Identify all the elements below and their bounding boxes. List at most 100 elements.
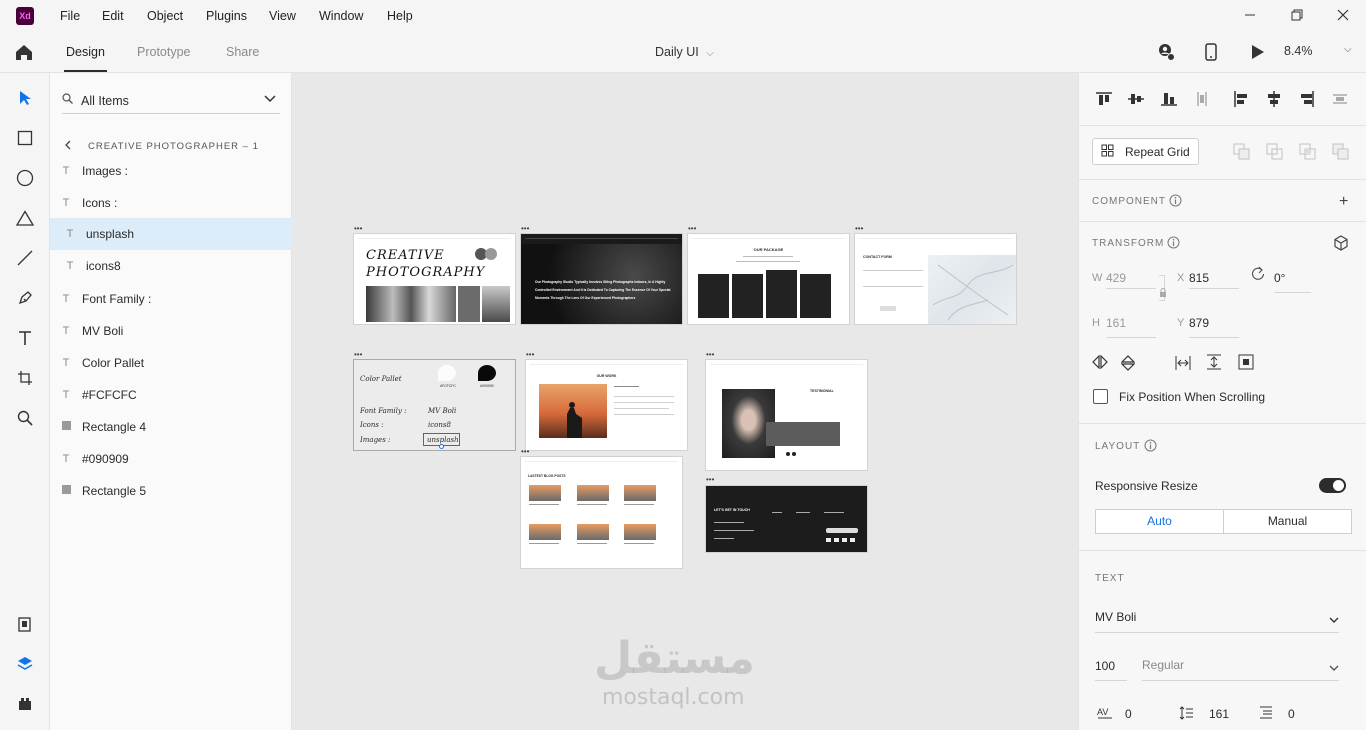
assets-panel-icon[interactable]: [14, 613, 36, 635]
artboard-handle[interactable]: •••: [354, 225, 362, 233]
distribute-spacing-v-icon[interactable]: [1207, 354, 1221, 373]
carousel-dot[interactable]: [786, 452, 790, 456]
play-icon[interactable]: [1251, 44, 1265, 63]
document-title[interactable]: Daily UI ⌵: [655, 45, 714, 59]
artboard-dark-hero[interactable]: Our Photography Studio Typically Involve…: [521, 234, 682, 324]
rotate-icon[interactable]: [1251, 266, 1265, 283]
fix-position-checkbox[interactable]: [1093, 389, 1108, 404]
align-right-icon[interactable]: [1298, 90, 1316, 108]
height-field[interactable]: 161: [1106, 310, 1156, 338]
minimize-icon[interactable]: [1239, 6, 1261, 26]
add-component-icon[interactable]: +: [1339, 193, 1348, 211]
align-center-icon[interactable]: [1265, 90, 1283, 108]
info-icon[interactable]: [1167, 236, 1180, 252]
artboard-testimonial[interactable]: TESTIMONIAL: [706, 360, 867, 470]
paragraph-spacing-value[interactable]: 0: [1288, 707, 1295, 721]
boolean-exclude-icon[interactable]: [1332, 143, 1349, 163]
artboard-handle[interactable]: •••: [521, 225, 529, 233]
distribute-horizontal-icon[interactable]: [1331, 90, 1349, 108]
text-tool-icon[interactable]: [14, 327, 36, 349]
layers-filter[interactable]: All Items: [62, 88, 280, 114]
width-field[interactable]: 429: [1106, 265, 1156, 289]
flip-horizontal-icon[interactable]: [1092, 354, 1108, 372]
menu-plugins[interactable]: Plugins: [206, 9, 247, 23]
layer-item[interactable]: T Color Pallet: [50, 347, 292, 379]
character-spacing-value[interactable]: 0: [1125, 707, 1132, 721]
artboard-handle[interactable]: •••: [855, 225, 863, 233]
tab-share[interactable]: Share: [226, 45, 259, 59]
3d-transform-icon[interactable]: [1333, 235, 1349, 254]
resize-manual-button[interactable]: Manual: [1224, 510, 1351, 533]
pen-tool-icon[interactable]: [14, 287, 36, 309]
breadcrumb[interactable]: CREATIVE PHOTOGRAPHER – 1: [64, 139, 259, 153]
zoom-tool-icon[interactable]: [14, 407, 36, 429]
device-preview-icon[interactable]: [1205, 43, 1217, 64]
artboard-hero[interactable]: CREATIVE PHOTOGRAPHY: [354, 234, 515, 324]
plugins-panel-icon[interactable]: [14, 693, 36, 715]
polygon-tool-icon[interactable]: [14, 207, 36, 229]
layer-item[interactable]: Rectangle 4: [50, 411, 292, 443]
artboard-blog[interactable]: LASTEST BLOG POSTS: [521, 457, 682, 568]
info-icon[interactable]: [1169, 194, 1182, 210]
resize-handle[interactable]: [439, 444, 444, 449]
artboard-handle[interactable]: •••: [706, 351, 714, 359]
home-icon[interactable]: [14, 43, 34, 64]
artboard-handle[interactable]: •••: [706, 476, 714, 484]
artboard-packages[interactable]: OUR PACKAGE: [688, 234, 849, 324]
align-bottom-icon[interactable]: [1160, 90, 1178, 108]
rotation-field[interactable]: 0°: [1274, 265, 1311, 293]
layer-item[interactable]: T Icons :: [50, 187, 292, 219]
menu-edit[interactable]: Edit: [102, 9, 124, 23]
resize-auto-button[interactable]: Auto: [1096, 510, 1224, 533]
artboard-contact[interactable]: CONTACT FORM: [855, 234, 1016, 324]
artboard-handle[interactable]: •••: [688, 225, 696, 233]
flip-vertical-icon[interactable]: [1120, 355, 1136, 374]
share-user-icon[interactable]: [1156, 42, 1176, 65]
align-middle-icon[interactable]: [1127, 90, 1145, 108]
artboard-handle[interactable]: •••: [354, 351, 362, 359]
selection-box[interactable]: unsplash: [423, 433, 460, 449]
menu-help[interactable]: Help: [387, 9, 413, 23]
ellipse-tool-icon[interactable]: [14, 167, 36, 189]
layer-item[interactable]: T Font Family :: [50, 283, 292, 315]
align-top-icon[interactable]: [1095, 90, 1113, 108]
info-icon[interactable]: [1144, 439, 1157, 455]
layer-item[interactable]: T Images :: [50, 155, 292, 187]
artboard-footer[interactable]: LET'S GET IN TOUCH: [706, 486, 867, 552]
restore-icon[interactable]: [1286, 6, 1308, 26]
zoom-level[interactable]: 8.4%: [1284, 44, 1313, 58]
layer-item[interactable]: Ticons8: [50, 250, 292, 282]
menu-view[interactable]: View: [269, 9, 296, 23]
layers-panel-icon[interactable]: [14, 653, 36, 675]
artboard-our-work[interactable]: OUR WORK: [526, 360, 687, 450]
font-family-select[interactable]: MV Boli: [1095, 603, 1339, 633]
select-tool-icon[interactable]: [14, 87, 36, 109]
lock-icon[interactable]: [1159, 286, 1167, 300]
rectangle-tool-icon[interactable]: [14, 127, 36, 149]
zoom-chevron-icon[interactable]: ⌵: [1344, 44, 1352, 55]
x-field[interactable]: 815: [1189, 265, 1239, 289]
artboard-tool-icon[interactable]: [14, 367, 36, 389]
font-weight-select[interactable]: Regular: [1142, 651, 1339, 681]
carousel-dot[interactable]: [792, 452, 796, 456]
artboard-handle[interactable]: •••: [526, 351, 534, 359]
tab-prototype[interactable]: Prototype: [137, 45, 191, 59]
layer-item[interactable]: T #090909: [50, 443, 292, 475]
layer-item[interactable]: Rectangle 5: [50, 475, 292, 507]
font-size-field[interactable]: 100: [1095, 651, 1127, 681]
artboard-handle[interactable]: •••: [521, 448, 529, 456]
distribute-vertical-icon[interactable]: [1193, 90, 1211, 108]
artboard-style-guide[interactable]: Color Pallet #FCFCFC #090909 Font Family…: [354, 360, 515, 450]
menu-file[interactable]: File: [60, 9, 80, 23]
align-left-icon[interactable]: [1232, 90, 1250, 108]
repeat-grid-button[interactable]: Repeat Grid: [1092, 138, 1199, 165]
menu-object[interactable]: Object: [147, 9, 183, 23]
tab-design[interactable]: Design: [66, 45, 105, 59]
boolean-intersect-icon[interactable]: [1299, 143, 1316, 163]
line-spacing-value[interactable]: 161: [1209, 707, 1229, 721]
layer-item-selected[interactable]: Tunsplash: [50, 218, 292, 250]
menu-window[interactable]: Window: [319, 9, 363, 23]
boolean-add-icon[interactable]: [1233, 143, 1250, 163]
fit-content-icon[interactable]: [1238, 354, 1254, 373]
boolean-subtract-icon[interactable]: [1266, 143, 1283, 163]
